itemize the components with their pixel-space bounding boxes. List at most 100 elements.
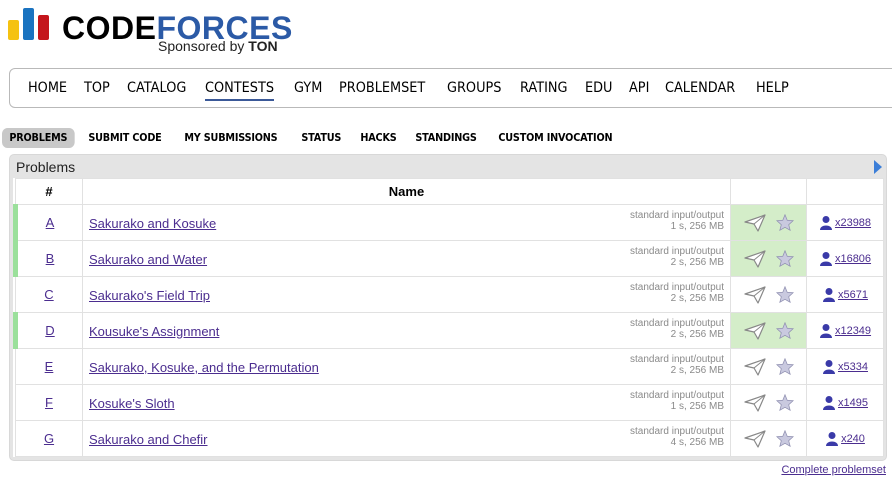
solved-count-link[interactable]: x240 — [841, 433, 865, 445]
subnav-submit-code[interactable]: SUBMIT CODE — [81, 128, 169, 148]
problem-name-link[interactable]: Kousuke's Assignment — [89, 324, 219, 339]
nav-groups[interactable]: GROUPS — [447, 80, 501, 101]
star-icon[interactable] — [775, 358, 794, 375]
solved-count-link[interactable]: x5671 — [838, 289, 868, 301]
problem-io: standard input/output — [630, 318, 724, 329]
problem-time-memory: 1 s, 256 MB — [670, 221, 724, 232]
subnav-my-submissions[interactable]: MY SUBMISSIONS — [177, 128, 285, 148]
table-row: F Kosuke's Sloth standard input/output 1… — [15, 384, 884, 421]
problem-solved-cell: x1495 — [806, 384, 884, 421]
problem-name-cell: Sakurako and Water standard input/output… — [82, 240, 731, 277]
solved-count-link[interactable]: x12349 — [835, 325, 871, 337]
sponsor-line: Sponsored by TON — [158, 38, 278, 54]
problem-limits: standard input/output 1 s, 256 MB — [630, 390, 724, 412]
problem-index-link[interactable]: E — [45, 359, 54, 374]
problem-name-link[interactable]: Kosuke's Sloth — [89, 396, 175, 411]
problem-index-cell: F — [15, 384, 83, 421]
problem-name-link[interactable]: Sakurako, Kosuke, and the Permutation — [89, 360, 319, 375]
star-icon[interactable] — [775, 394, 794, 411]
nav-calendar[interactable]: CALENDAR — [665, 80, 735, 101]
problem-actions-cell — [730, 384, 807, 421]
problem-limits: standard input/output 2 s, 256 MB — [630, 282, 724, 304]
problem-index-link[interactable]: G — [44, 431, 54, 446]
subnav-problems[interactable]: PROBLEMS — [2, 128, 75, 148]
star-icon[interactable] — [775, 250, 794, 267]
send-icon[interactable] — [743, 393, 766, 412]
solved-count-link[interactable]: x23988 — [835, 217, 871, 229]
problem-io: standard input/output — [630, 390, 724, 401]
problem-name-link[interactable]: Sakurako and Chefir — [89, 432, 208, 447]
problem-name-cell: Sakurako, Kosuke, and the Permutation st… — [82, 348, 731, 385]
problem-name-link[interactable]: Sakurako's Field Trip — [89, 288, 210, 303]
user-icon — [826, 432, 839, 446]
contest-sub-navigation: PROBLEMS SUBMIT CODE MY SUBMISSIONS STAT… — [2, 128, 631, 148]
problem-name-cell: Kousuke's Assignment standard input/outp… — [82, 312, 731, 349]
problem-index-link[interactable]: D — [45, 323, 54, 338]
table-row: A Sakurako and Kosuke standard input/out… — [13, 204, 884, 241]
header-solved — [806, 178, 884, 205]
table-row: B Sakurako and Water standard input/outp… — [13, 240, 884, 277]
send-icon[interactable] — [743, 213, 766, 232]
subnav-custom-invocation[interactable]: CUSTOM INVOCATION — [491, 128, 620, 148]
nav-help[interactable]: HELP — [756, 80, 789, 101]
nav-rating[interactable]: RATING — [520, 80, 568, 101]
header-name: Name — [82, 178, 731, 205]
send-icon[interactable] — [743, 357, 766, 376]
solved-count-link[interactable]: x1495 — [838, 397, 868, 409]
nav-gym[interactable]: GYM — [294, 80, 322, 101]
nav-api[interactable]: API — [629, 80, 649, 101]
user-icon — [819, 252, 832, 266]
problem-actions-cell — [730, 204, 807, 241]
problem-index-link[interactable]: F — [45, 395, 53, 410]
subnav-standings[interactable]: STANDINGS — [408, 128, 484, 148]
star-icon[interactable] — [775, 286, 794, 303]
nav-catalog[interactable]: CATALOG — [127, 80, 186, 101]
problem-index-cell: B — [13, 240, 83, 277]
logo-bars-icon — [8, 6, 52, 40]
problem-name-cell: Sakurako and Kosuke standard input/outpu… — [82, 204, 731, 241]
star-icon[interactable] — [775, 430, 794, 447]
send-icon[interactable] — [743, 321, 766, 340]
problem-index-link[interactable]: C — [44, 287, 53, 302]
star-icon[interactable] — [775, 322, 794, 339]
complete-problemset-link[interactable]: Complete problemset — [781, 464, 886, 476]
problem-time-memory: 2 s, 256 MB — [670, 365, 724, 376]
problem-time-memory: 2 s, 256 MB — [670, 329, 724, 340]
problem-solved-cell: x5671 — [806, 276, 884, 313]
problem-solved-cell: x16806 — [806, 240, 884, 277]
problem-io: standard input/output — [630, 354, 724, 365]
star-icon[interactable] — [775, 214, 794, 231]
problem-time-memory: 2 s, 256 MB — [670, 293, 724, 304]
problem-time-memory: 4 s, 256 MB — [670, 437, 724, 448]
problem-limits: standard input/output 2 s, 256 MB — [630, 318, 724, 340]
table-row: D Kousuke's Assignment standard input/ou… — [13, 312, 884, 349]
problem-actions-cell — [730, 240, 807, 277]
problem-index-link[interactable]: B — [46, 251, 55, 266]
problem-io: standard input/output — [630, 426, 724, 437]
problem-name-link[interactable]: Sakurako and Water — [89, 252, 207, 267]
problem-limits: standard input/output 4 s, 256 MB — [630, 426, 724, 448]
problem-actions-cell — [730, 420, 807, 457]
subnav-status[interactable]: STATUS — [294, 128, 349, 148]
problem-actions-cell — [730, 312, 807, 349]
solved-count-link[interactable]: x16806 — [835, 253, 871, 265]
panel-title: Problems — [16, 159, 76, 175]
arrow-right-icon[interactable] — [874, 160, 882, 174]
nav-contests[interactable]: CONTESTS — [204, 80, 274, 101]
nav-problemset[interactable]: PROBLEMSET — [339, 80, 425, 101]
user-icon — [823, 360, 835, 374]
send-icon[interactable] — [743, 429, 766, 448]
problem-name-cell: Sakurako's Field Trip standard input/out… — [82, 276, 731, 313]
problem-index-link[interactable]: A — [46, 215, 55, 230]
problem-limits: standard input/output 2 s, 256 MB — [630, 354, 724, 376]
nav-top[interactable]: TOP — [84, 80, 110, 101]
nav-home[interactable]: HOME — [28, 80, 67, 101]
problem-limits: standard input/output 2 s, 256 MB — [630, 246, 724, 268]
send-icon[interactable] — [743, 285, 766, 304]
subnav-hacks[interactable]: HACKS — [353, 128, 404, 148]
send-icon[interactable] — [743, 249, 766, 268]
solved-count-link[interactable]: x5334 — [838, 361, 868, 373]
nav-edu[interactable]: EDU — [585, 80, 612, 101]
problem-solved-cell: x240 — [806, 420, 884, 457]
problem-name-link[interactable]: Sakurako and Kosuke — [89, 216, 216, 231]
